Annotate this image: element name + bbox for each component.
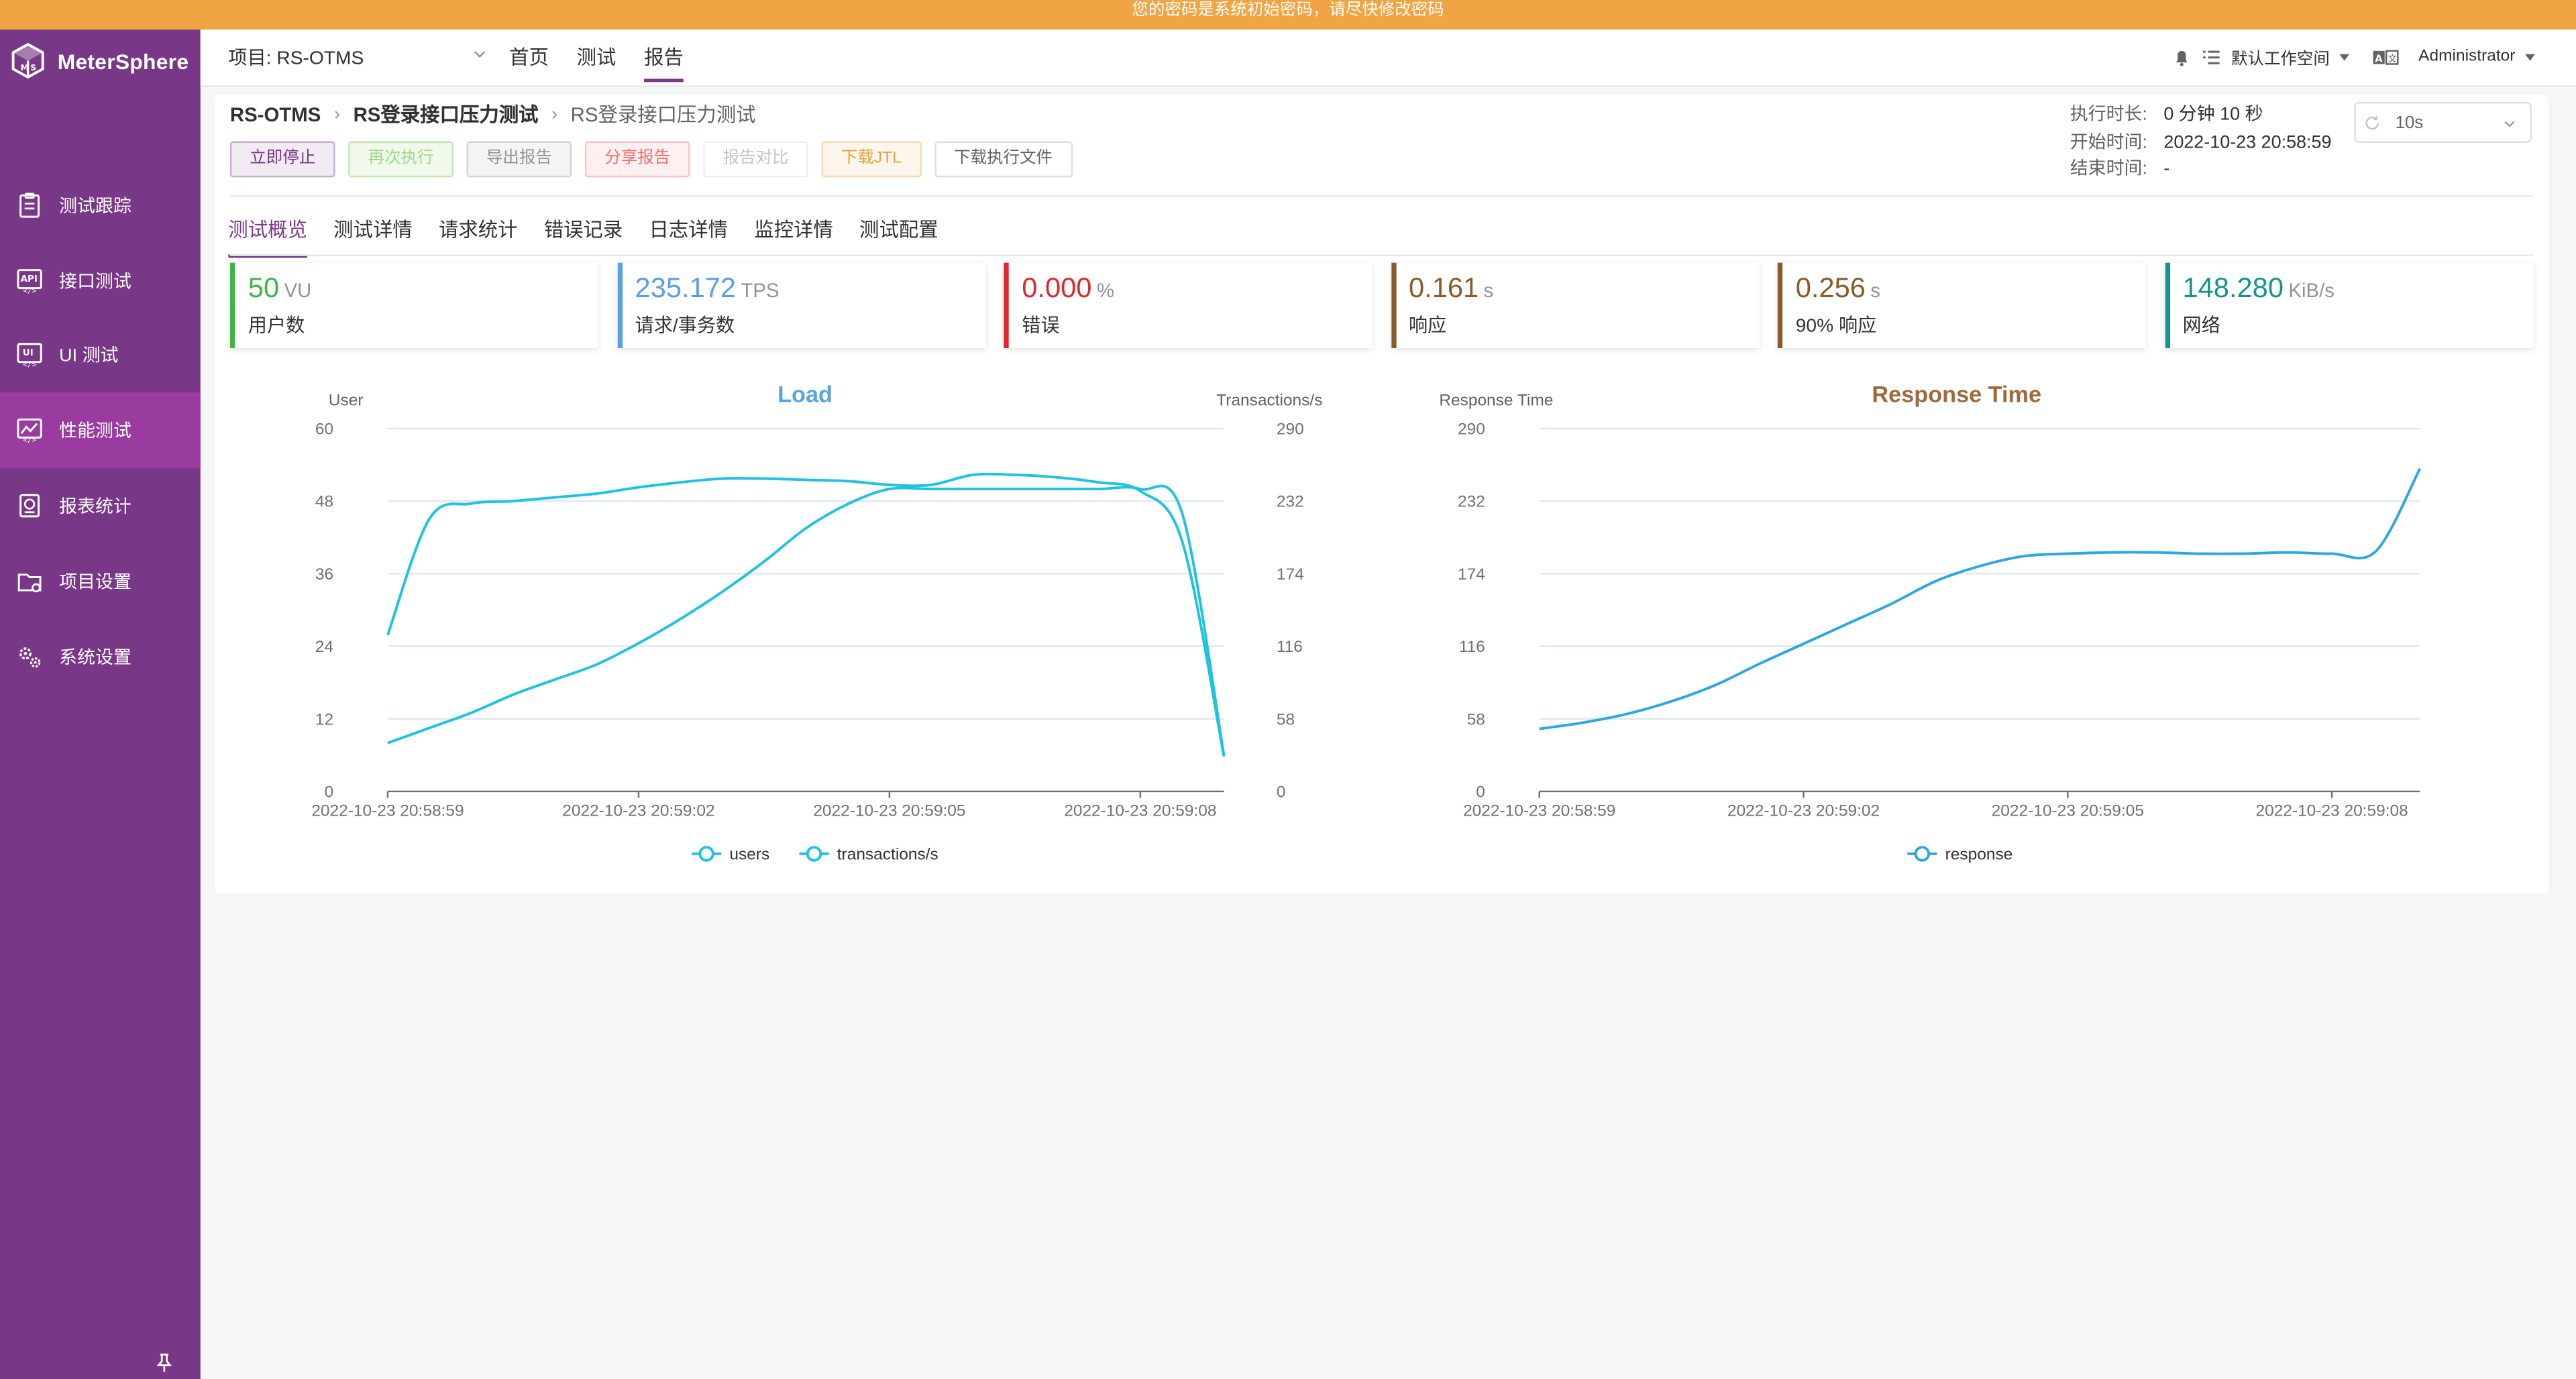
project-select[interactable]: 项目: RS-OTMS bbox=[228, 44, 486, 70]
y-tick-label: 0 bbox=[1476, 783, 1485, 802]
y-tick-label: 48 bbox=[315, 493, 333, 511]
svg-text:UI: UI bbox=[23, 349, 34, 359]
project-select-value: 项目: RS-OTMS bbox=[228, 49, 364, 69]
sidebar-item-test-track[interactable]: 测试跟踪 bbox=[0, 168, 201, 243]
svg-text:</>: </> bbox=[23, 361, 36, 368]
legend-swatch-marker bbox=[698, 846, 714, 862]
report-panel: RS-OTMS › RS登录接口压力测试 › RS登录接口压力测试 立即停止 再… bbox=[215, 95, 2548, 893]
sidebar-item-label: 接口测试 bbox=[59, 272, 131, 292]
y-axis-label: User bbox=[329, 392, 364, 410]
legend-label[interactable]: transactions/s bbox=[837, 846, 938, 864]
user-menu[interactable]: Administrator bbox=[2418, 48, 2515, 66]
y-tick-label: 174 bbox=[1458, 565, 1485, 584]
api-icon: API </> bbox=[17, 268, 42, 293]
sidebar-item-report-statistics[interactable]: 报表统计 bbox=[0, 468, 201, 543]
project-folder-icon bbox=[17, 573, 42, 592]
header-right: 默认工作空间 A文 Administrator bbox=[2172, 44, 2535, 69]
user-caret-icon[interactable] bbox=[2525, 53, 2535, 60]
x-tick-label: 2022-10-23 20:59:05 bbox=[1992, 802, 2144, 820]
x-tick-label: 2022-10-23 20:58:59 bbox=[311, 802, 464, 820]
nav-test[interactable]: 测试 bbox=[577, 30, 616, 85]
y-axis-label: Response Time bbox=[1439, 392, 1553, 410]
pin-icon[interactable] bbox=[154, 1353, 174, 1372]
svg-text:文: 文 bbox=[2388, 53, 2397, 64]
gears-icon bbox=[19, 647, 41, 667]
sidebar-item-system-settings[interactable]: 系统设置 bbox=[0, 618, 201, 694]
top-nav: 首页 测试 报告 bbox=[509, 30, 711, 85]
sidebar-item-project-settings[interactable]: 项目设置 bbox=[0, 543, 201, 618]
y-tick-label: 116 bbox=[1459, 638, 1485, 656]
x-tick-label: 2022-10-23 20:59:08 bbox=[1064, 802, 1216, 820]
sidebar-item-ui-test[interactable]: UI </> UI 测试 bbox=[0, 318, 201, 393]
performance-chart-icon: </> bbox=[17, 419, 42, 444]
sidebar-item-label: UI 测试 bbox=[59, 347, 119, 368]
y2-tick-label: 0 bbox=[1277, 783, 1286, 802]
ui-test-icon: UI </> bbox=[17, 343, 42, 369]
sidebar-item-label: 性能测试 bbox=[59, 422, 131, 443]
charts-area: Load User Transactions/s 0 0 12 58 24 116 36 174 48… bbox=[311, 382, 2422, 864]
nav-home[interactable]: 首页 bbox=[509, 30, 549, 85]
top-header: 项目: RS-OTMS 首页 测试 报告 默认工作空间 A文 Administr… bbox=[200, 30, 2576, 87]
language-switch-icon[interactable]: A文 bbox=[2373, 47, 2399, 66]
app-window: 您的密码是系统初始密码，请尽快修改密码 M S MeterSphere 测试跟踪… bbox=[0, 0, 2576, 1379]
sidebar-item-label: 系统设置 bbox=[59, 648, 131, 668]
series-line-response bbox=[1539, 467, 2422, 730]
svg-text:</>: </> bbox=[23, 286, 36, 293]
y2-axis-label: Transactions/s bbox=[1216, 392, 1322, 410]
nav-report[interactable]: 报告 bbox=[644, 30, 684, 82]
load-chart: Load User Transactions/s 0 0 12 58 24 116 36 174 48… bbox=[311, 382, 1322, 864]
legend-label[interactable]: response bbox=[1945, 846, 2013, 864]
y-tick-label: 58 bbox=[1467, 710, 1485, 728]
series-line-transactions-s bbox=[386, 472, 1226, 757]
sidebar-item-performance-test[interactable]: </> 性能测试 bbox=[0, 393, 201, 469]
logo-text: MeterSphere bbox=[57, 48, 189, 73]
clipboard-list-icon bbox=[19, 192, 40, 218]
y-tick-label: 24 bbox=[315, 638, 333, 656]
chevron-down-icon bbox=[474, 51, 486, 58]
metersphere-cube-logo: M S bbox=[11, 42, 44, 79]
y2-tick-label: 116 bbox=[1277, 638, 1303, 656]
task-list-icon[interactable] bbox=[2202, 47, 2221, 66]
y-tick-label: 60 bbox=[315, 421, 333, 439]
x-tick-label: 2022-10-23 20:58:59 bbox=[1463, 802, 1615, 820]
legend-swatch-marker bbox=[1914, 846, 1931, 862]
response-time-chart: Response Time Response Time 0 58 116 174 232 29… bbox=[1439, 382, 2422, 864]
y2-tick-label: 174 bbox=[1277, 565, 1304, 584]
svg-text:A: A bbox=[2375, 52, 2383, 64]
svg-text:API: API bbox=[21, 274, 38, 284]
legend-swatch-marker bbox=[806, 846, 822, 862]
logo[interactable]: M S MeterSphere bbox=[10, 40, 189, 82]
sidebar: M S MeterSphere 测试跟踪 API </> 接口测试 UI </> U… bbox=[0, 30, 201, 1379]
svg-text:M: M bbox=[21, 63, 29, 72]
y-tick-label: 290 bbox=[1458, 421, 1485, 439]
sidebar-item-label: 测试跟踪 bbox=[59, 197, 131, 217]
workspace-caret-icon[interactable] bbox=[2339, 53, 2350, 60]
sidebar-item-label: 报表统计 bbox=[59, 497, 131, 518]
legend-label[interactable]: users bbox=[729, 846, 769, 864]
bell-icon[interactable] bbox=[2172, 47, 2192, 66]
y-tick-label: 12 bbox=[315, 710, 333, 728]
sidebar-menu: 测试跟踪 API </> 接口测试 UI </> UI 测试 </> 性能测试 报表… bbox=[0, 168, 201, 694]
x-tick-label: 2022-10-23 20:59:02 bbox=[562, 802, 714, 820]
svg-text:</>: </> bbox=[23, 436, 36, 443]
password-warning-banner: 您的密码是系统初始密码，请尽快修改密码 bbox=[0, 0, 2576, 30]
y-tick-label: 0 bbox=[325, 783, 334, 802]
workspace-select[interactable]: 默认工作空间 bbox=[2231, 44, 2330, 69]
x-tick-label: 2022-10-23 20:59:05 bbox=[813, 802, 965, 820]
y2-tick-label: 232 bbox=[1277, 493, 1304, 511]
sidebar-item-label: 项目设置 bbox=[59, 573, 131, 593]
chart-title: Response Time bbox=[1872, 382, 2041, 408]
svg-text:S: S bbox=[30, 63, 36, 72]
sidebar-item-api-test[interactable]: API </> 接口测试 bbox=[0, 243, 201, 318]
series-line-users bbox=[387, 484, 1226, 756]
chart-title: Load bbox=[777, 382, 833, 408]
x-tick-label: 2022-10-23 20:59:08 bbox=[2255, 802, 2408, 820]
x-tick-label: 2022-10-23 20:59:02 bbox=[1727, 802, 1880, 820]
y2-tick-label: 58 bbox=[1277, 710, 1295, 728]
y-tick-label: 232 bbox=[1458, 493, 1485, 511]
y-tick-label: 36 bbox=[315, 565, 333, 584]
report-icon bbox=[19, 494, 40, 518]
y2-tick-label: 290 bbox=[1277, 421, 1304, 439]
